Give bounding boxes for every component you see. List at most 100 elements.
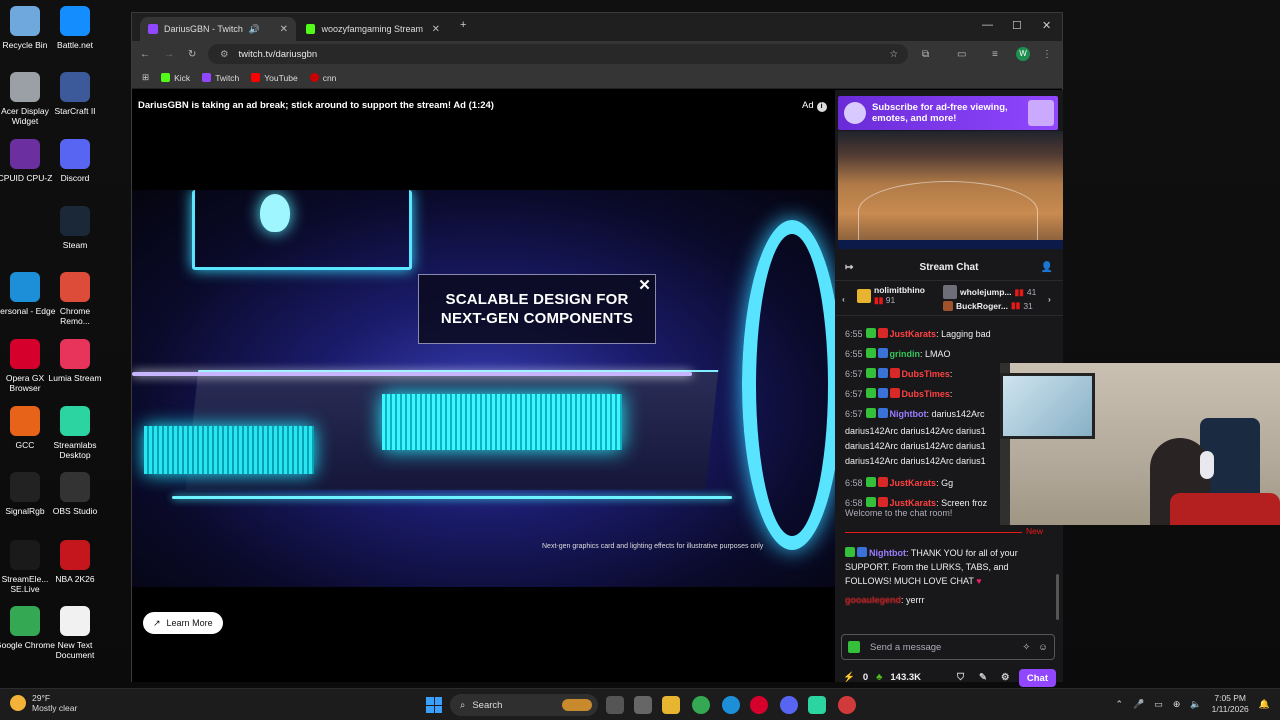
app-icon [10,339,40,369]
learn-more-label: Learn More [166,618,213,628]
file-explorer-icon[interactable] [662,696,680,714]
forward-icon[interactable]: → [164,49,174,60]
chat-username[interactable]: grindin [890,349,921,359]
network-icon[interactable]: ⊕ [1173,699,1181,710]
chat-input[interactable]: Send a message ✧ ☺ [841,634,1055,660]
bookmark-cnn[interactable]: cnn [309,73,336,83]
speaker-icon[interactable]: 🔊 [249,24,260,35]
shield-icon[interactable]: ⛉ [957,672,964,683]
new-messages-label: New [1021,526,1043,536]
close-tab-icon[interactable]: ✕ [432,24,440,35]
tab-woozyfamgaming[interactable]: woozyfamgaming Stream - Wa... ✕ [298,17,448,41]
chat-send-button[interactable]: Chat [1018,669,1056,687]
desktop-icon[interactable]: OBS Studio [44,472,106,516]
chat-username[interactable]: DubsTimes [902,369,950,379]
info-icon[interactable]: i [816,102,827,112]
opera-icon[interactable] [750,696,768,714]
display-icon[interactable]: ▭ [1154,699,1163,710]
bookmark-twitch[interactable]: Twitch [202,73,239,83]
timestamp: 6:58 [845,478,863,488]
bookmark-kick[interactable]: Kick [161,73,190,83]
magic-icon[interactable]: ✧ [1022,642,1030,653]
close-window-icon[interactable]: ✕ [1042,19,1051,32]
notifications-icon[interactable]: 🔔 [1259,699,1270,710]
back-icon[interactable]: ← [140,49,150,60]
extensions-icon[interactable]: ⧉ [922,49,929,60]
leaderboard-item[interactable]: nolimitbhino ▮▮ 91 [857,285,925,306]
chat-username[interactable]: gooaulegend [845,595,901,605]
desktop-icon[interactable]: Battle.net [44,6,106,50]
desktop-icon[interactable]: Chrome Remo... [44,272,106,326]
chat-scrollbar[interactable] [1056,574,1059,620]
collapse-chat-icon[interactable]: ↦ [845,262,853,273]
maximize-icon[interactable]: ☐ [1012,19,1022,32]
ad-label[interactable]: Ad i [802,100,827,112]
ad-creative[interactable]: SCALABLE DESIGN FOR NEXT-GEN COMPONENTS … [132,190,835,587]
chat-username[interactable]: DubsTimes [902,389,950,399]
start-button[interactable] [426,697,442,713]
avatar [844,102,866,124]
pencil-icon[interactable]: ✎ [979,672,987,683]
alien-logo [260,194,290,232]
media-icon[interactable]: ≡ [992,49,998,60]
app-icon [60,406,90,436]
profile-avatar[interactable]: W [1016,47,1030,61]
sidepanel-icon[interactable]: ▭ [957,49,966,60]
chat-username[interactable]: JustKarats [890,478,937,488]
badge-icon [877,348,888,358]
users-icon[interactable]: 👤 [1041,262,1053,273]
taskbar-search[interactable]: ⌕ Search [450,694,598,716]
avatar [943,285,957,299]
volume-icon[interactable]: 🔈 [1190,699,1201,710]
chat-username[interactable]: JustKarats [890,329,937,339]
new-tab-icon[interactable]: + [460,19,466,31]
prev-arrow-icon[interactable]: ‹ [842,294,845,304]
chat-username[interactable]: Nightbot [869,548,906,558]
leaderboard-item[interactable]: wholejump... ▮▮ 41 [943,285,1036,299]
gpu-light-right [382,394,622,450]
microphone-icon[interactable]: 🎤 [1133,699,1144,710]
clock[interactable]: 7:05 PM 1/11/2026 [1212,693,1249,715]
bookmark-star-icon[interactable]: ☆ [889,49,898,60]
edge-icon[interactable] [722,696,740,714]
gear-icon[interactable]: ⚙ [1001,672,1010,683]
chat-username[interactable]: JustKarats [890,498,937,508]
desktop-icon[interactable]: Streamlabs Desktop [44,406,106,460]
address-bar[interactable]: ⚙ twitch.tv/dariusgbn ☆ [208,44,908,64]
desktop-icon[interactable]: StarCraft II [44,72,106,116]
channel-points-icon[interactable]: ⚡ [843,672,855,683]
bookmark-youtube[interactable]: YouTube [251,73,298,83]
minimize-icon[interactable]: — [982,19,993,31]
desktop-icon[interactable]: NBA 2K26 [44,540,106,584]
next-arrow-icon[interactable]: › [1048,294,1051,304]
leaderboard-item[interactable]: BuckRoger... ▮▮ 31 [943,300,1033,311]
chevron-up-icon[interactable]: ⌃ [1116,699,1124,710]
chrome-icon[interactable] [692,696,710,714]
subscribe-banner[interactable]: Subscribe for ad-free viewing, emotes, a… [838,96,1058,130]
mini-player[interactable] [838,131,1063,249]
menu-icon[interactable]: ⋮ [1042,49,1052,60]
chat-text: : LMAO [920,349,951,359]
learn-more-button[interactable]: ↗ Learn More [143,612,223,634]
close-tab-icon[interactable]: ✕ [280,24,288,35]
app-icon[interactable] [838,696,856,714]
discord-icon[interactable] [780,696,798,714]
site-info-icon[interactable]: ⚙ [220,49,229,60]
desktop-icon-label: Lumia Stream [48,373,102,383]
chat-username[interactable]: Nightbot [890,409,927,419]
video-player[interactable]: DariusGBN is taking an ad break; stick a… [132,90,835,682]
emote-picker-icon[interactable]: ☺ [1038,642,1048,653]
desktop-icon[interactable]: Discord [44,139,106,183]
desktop-icon[interactable]: Steam [44,206,106,250]
weather-widget[interactable]: 29°F Mostly clear [10,693,77,713]
desktop-icon[interactable]: New Text Document [44,606,106,660]
close-icon[interactable]: ✕ [638,276,651,295]
desktop-icon[interactable]: Lumia Stream [44,339,106,383]
widgets-icon[interactable] [634,696,652,714]
tab-dariusgbn[interactable]: DariusGBN - Twitch 🔊 ✕ [140,17,296,41]
task-view-icon[interactable] [606,696,624,714]
apps-grid-icon[interactable]: ⊞ [142,72,149,83]
streamlabs-icon[interactable] [808,696,826,714]
leaf-icon[interactable]: ♣ [876,672,882,683]
reload-icon[interactable]: ↻ [188,49,196,60]
